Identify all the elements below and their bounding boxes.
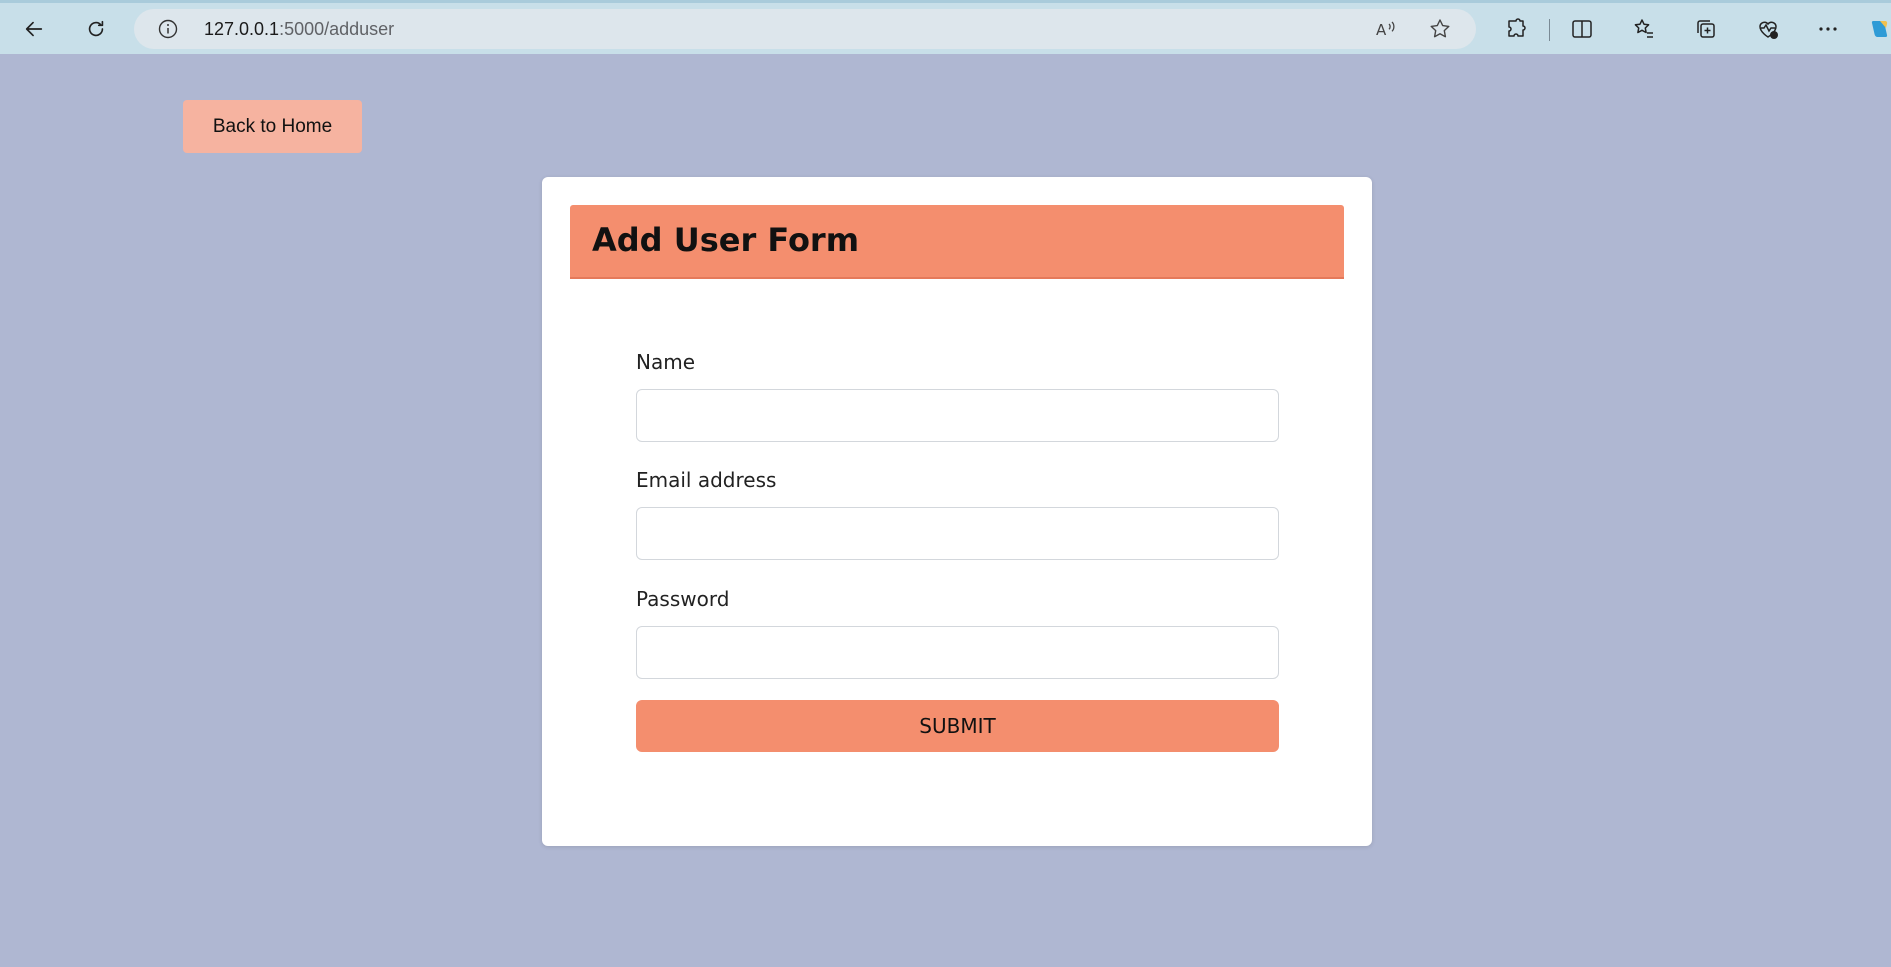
email-field[interactable] [636, 507, 1279, 560]
browser-essentials-icon[interactable] [1754, 15, 1782, 43]
back-to-home-button[interactable]: Back to Home [183, 100, 362, 153]
url-host: 127.0.0.1 [204, 19, 280, 39]
collections-icon[interactable] [1692, 15, 1720, 43]
star-icon[interactable] [1428, 17, 1452, 41]
more-icon[interactable] [1814, 15, 1842, 43]
submit-button[interactable]: SUBMIT [636, 700, 1279, 752]
favorites-list-icon[interactable] [1630, 15, 1658, 43]
puzzle-icon[interactable] [1502, 15, 1530, 43]
name-field[interactable] [636, 389, 1279, 442]
refresh-icon[interactable] [78, 11, 114, 47]
page-title: Add User Form [592, 221, 860, 259]
password-field[interactable] [636, 626, 1279, 679]
copilot-icon[interactable] [1866, 15, 1891, 43]
address-bar[interactable]: 127.0.0.1:5000/adduser A [134, 9, 1476, 49]
back-arrow-icon[interactable] [16, 11, 52, 47]
toolbar-divider [1549, 19, 1550, 41]
card-header: Add User Form [570, 205, 1344, 279]
read-aloud-icon[interactable]: A [1374, 17, 1398, 41]
browser-toolbar: 127.0.0.1:5000/adduser A [0, 0, 1891, 54]
split-screen-icon[interactable] [1568, 15, 1596, 43]
url-text[interactable]: 127.0.0.1:5000/adduser [204, 19, 394, 40]
svg-text:A: A [1376, 21, 1387, 39]
info-icon[interactable] [158, 19, 178, 39]
name-label: Name [636, 350, 696, 374]
password-label: Password [636, 587, 730, 611]
url-path: :5000/adduser [279, 19, 395, 39]
email-label: Email address [636, 468, 777, 492]
add-user-card: Add User Form Name Email address Passwor… [542, 177, 1372, 846]
